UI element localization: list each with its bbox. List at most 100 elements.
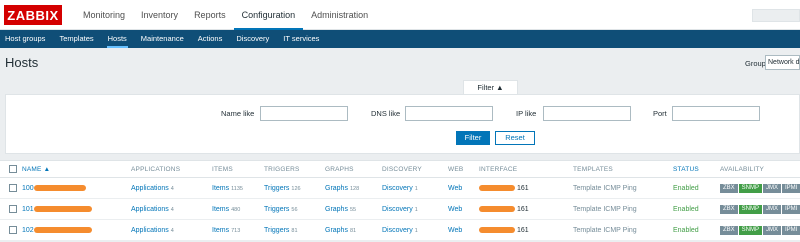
snmp-badge: SNMP xyxy=(738,184,763,193)
jmx-badge: JMX xyxy=(763,226,782,235)
filter-reset-button[interactable]: Reset xyxy=(495,131,535,145)
applications-link[interactable]: Applications 4 xyxy=(131,227,174,234)
group-select[interactable]: Network devices xyxy=(765,55,800,70)
redacted-mark xyxy=(33,206,92,213)
top-bar: ZABBIX Monitoring Inventory Reports Conf… xyxy=(0,0,800,31)
column-interface: INTERFACE xyxy=(479,166,518,173)
group-label: Group xyxy=(745,59,766,68)
column-status[interactable]: STATUS xyxy=(673,166,699,173)
items-link[interactable]: Items 1135 xyxy=(212,185,243,192)
sub-nav-it-services[interactable]: IT services xyxy=(276,30,326,48)
dns-like-label: DNS like xyxy=(371,109,401,118)
zabbix-logo[interactable]: ZABBIX xyxy=(4,5,62,25)
table-row: 100 Applications 4 Items 1135 Triggers 126 … xyxy=(0,178,800,199)
items-link[interactable]: Items 480 xyxy=(212,206,240,213)
table-header: NAME ▲ APPLICATIONS ITEMS TRIGGERS GRAPH… xyxy=(0,161,800,178)
column-applications: APPLICATIONS xyxy=(131,166,181,173)
triggers-link[interactable]: Triggers 126 xyxy=(264,185,301,192)
page-title: Hosts xyxy=(5,55,39,70)
row-checkbox[interactable] xyxy=(9,226,17,234)
zbx-badge: ZBX xyxy=(720,184,738,193)
column-availability: AVAILABILITY xyxy=(720,166,765,173)
redacted-mark xyxy=(479,227,515,234)
sub-nav-actions[interactable]: Actions xyxy=(191,30,230,48)
availability-badges: ZBX SNMP JMX IPMI xyxy=(720,205,800,214)
ipmi-badge: IPMI xyxy=(782,205,800,214)
redacted-mark xyxy=(33,185,86,192)
template-link[interactable]: Template ICMP Ping xyxy=(573,227,637,234)
name-like-label: Name like xyxy=(221,109,255,118)
template-link[interactable]: Template ICMP Ping xyxy=(573,185,637,192)
sub-nav-discovery[interactable]: Discovery xyxy=(229,30,276,48)
ipmi-badge: IPMI xyxy=(782,184,800,193)
sub-nav-templates[interactable]: Templates xyxy=(52,30,100,48)
interface-value: 161 xyxy=(479,185,529,192)
host-name-link[interactable]: 101 xyxy=(22,206,92,213)
table-row: 101 Applications 4 Items 480 Triggers 56 Gr… xyxy=(0,199,800,220)
web-link[interactable]: Web xyxy=(448,185,462,192)
port-label: Port xyxy=(653,109,667,118)
graphs-link[interactable]: Graphs 128 xyxy=(325,185,359,192)
ip-like-input[interactable] xyxy=(543,106,631,121)
discovery-link[interactable]: Discovery 1 xyxy=(382,227,418,234)
hosts-table: NAME ▲ APPLICATIONS ITEMS TRIGGERS GRAPH… xyxy=(0,160,800,241)
ip-like-label: IP like xyxy=(516,109,537,118)
triggers-link[interactable]: Triggers 81 xyxy=(264,227,298,234)
graphs-link[interactable]: Graphs 81 xyxy=(325,227,356,234)
top-nav: Monitoring Inventory Reports Configurati… xyxy=(75,0,376,31)
table-row: 102 Applications 4 Items 713 Triggers 81 Gr… xyxy=(0,220,800,241)
discovery-link[interactable]: Discovery 1 xyxy=(382,206,418,213)
host-name-link[interactable]: 100 xyxy=(22,185,86,192)
discovery-link[interactable]: Discovery 1 xyxy=(382,185,418,192)
sub-nav-bar: Host groups Templates Hosts Maintenance … xyxy=(0,30,800,48)
ipmi-badge: IPMI xyxy=(782,226,800,235)
column-name[interactable]: NAME ▲ xyxy=(22,166,50,173)
sub-nav-hosts[interactable]: Hosts xyxy=(101,30,134,48)
column-discovery: DISCOVERY xyxy=(382,166,422,173)
jmx-badge: JMX xyxy=(763,184,782,193)
status-toggle[interactable]: Enabled xyxy=(673,206,699,213)
availability-badges: ZBX SNMP JMX IPMI xyxy=(720,226,800,235)
select-all-checkbox[interactable] xyxy=(9,165,17,173)
filter-toggle-tab[interactable]: Filter ▲ xyxy=(463,80,518,94)
dns-like-input[interactable] xyxy=(405,106,493,121)
applications-link[interactable]: Applications 4 xyxy=(131,206,174,213)
status-toggle[interactable]: Enabled xyxy=(673,185,699,192)
top-nav-reports[interactable]: Reports xyxy=(186,0,234,30)
row-checkbox[interactable] xyxy=(9,184,17,192)
port-input[interactable] xyxy=(672,106,760,121)
row-checkbox[interactable] xyxy=(9,205,17,213)
filter-apply-button[interactable]: Filter xyxy=(456,131,490,145)
interface-value: 161 xyxy=(479,227,529,234)
top-nav-monitoring[interactable]: Monitoring xyxy=(75,0,133,30)
top-nav-inventory[interactable]: Inventory xyxy=(133,0,186,30)
web-link[interactable]: Web xyxy=(448,227,462,234)
availability-badges: ZBX SNMP JMX IPMI xyxy=(720,184,800,193)
items-link[interactable]: Items 713 xyxy=(212,227,240,234)
name-like-input[interactable] xyxy=(260,106,348,121)
host-name-link[interactable]: 102 xyxy=(22,227,92,234)
column-templates: TEMPLATES xyxy=(573,166,613,173)
top-nav-administration[interactable]: Administration xyxy=(303,0,376,30)
web-link[interactable]: Web xyxy=(448,206,462,213)
column-graphs: GRAPHS xyxy=(325,166,354,173)
redacted-mark xyxy=(33,227,92,234)
applications-link[interactable]: Applications 4 xyxy=(131,185,174,192)
snmp-badge: SNMP xyxy=(738,226,763,235)
sub-nav-host-groups[interactable]: Host groups xyxy=(0,30,52,48)
status-toggle[interactable]: Enabled xyxy=(673,227,699,234)
column-web: WEB xyxy=(448,166,464,173)
redacted-mark xyxy=(479,185,515,192)
global-search-input[interactable] xyxy=(752,9,800,22)
column-items: ITEMS xyxy=(212,166,233,173)
triggers-link[interactable]: Triggers 56 xyxy=(264,206,298,213)
sub-nav-maintenance[interactable]: Maintenance xyxy=(134,30,191,48)
interface-value: 161 xyxy=(479,206,529,213)
snmp-badge: SNMP xyxy=(738,205,763,214)
template-link[interactable]: Template ICMP Ping xyxy=(573,206,637,213)
graphs-link[interactable]: Graphs 55 xyxy=(325,206,356,213)
jmx-badge: JMX xyxy=(763,205,782,214)
top-nav-configuration[interactable]: Configuration xyxy=(233,0,304,31)
redacted-mark xyxy=(479,206,515,213)
zbx-badge: ZBX xyxy=(720,226,738,235)
